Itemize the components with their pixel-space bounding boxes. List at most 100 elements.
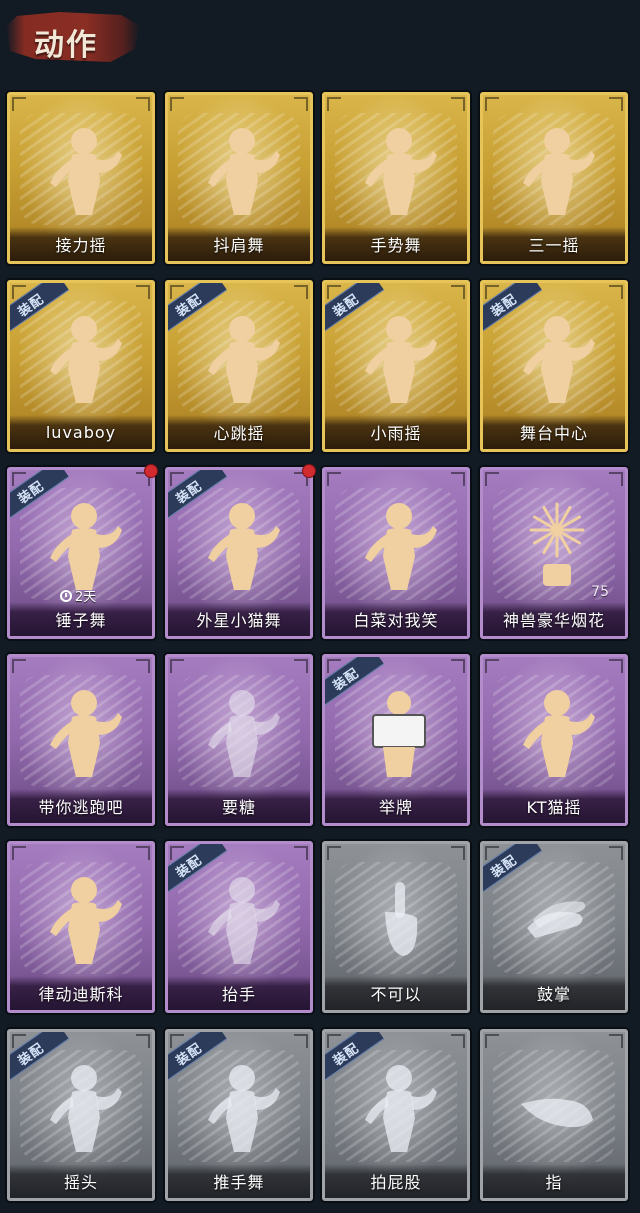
emote-card[interactable]: 指: [480, 1029, 628, 1201]
emote-name: 外星小猫舞: [196, 611, 282, 630]
card-corner-ornament: [485, 659, 499, 673]
card-corner-ornament: [327, 472, 341, 486]
emote-name: luvaboy: [45, 422, 117, 442]
card-corner-ornament: [451, 846, 465, 860]
emote-name: 带你逃跑吧: [38, 798, 124, 817]
card-corner-ornament: [609, 97, 623, 111]
card-label-bar: 摇头: [10, 1164, 152, 1198]
card-label-bar: 抖肩舞: [168, 227, 310, 261]
card-corner-ornament: [451, 472, 465, 486]
emote-card[interactable]: 2天 锤子舞 装配: [7, 467, 155, 639]
dance-figure-icon: [202, 311, 282, 407]
emote-card[interactable]: 拍屁股 装配: [322, 1029, 470, 1201]
new-indicator-dot: [302, 464, 316, 478]
card-label-bar: 心跳摇: [168, 415, 310, 449]
emote-card[interactable]: 推手舞 装配: [165, 1029, 313, 1201]
emote-card[interactable]: luvaboy 装配: [7, 280, 155, 452]
emote-card[interactable]: 外星小猫舞 装配: [165, 467, 313, 639]
card-corner-ornament: [294, 97, 308, 111]
card-label-bar: 鼓掌: [483, 976, 625, 1010]
card-corner-ornament: [294, 659, 308, 673]
card-corner-ornament: [294, 846, 308, 860]
emote-card[interactable]: 举牌 装配: [322, 654, 470, 826]
emote-name: 要糖: [221, 798, 256, 817]
card-corner-ornament: [609, 472, 623, 486]
emote-card[interactable]: 接力摇: [7, 92, 155, 264]
dance-figure-icon: [517, 311, 597, 407]
emote-name: 摇头: [63, 1173, 98, 1192]
emote-name: 神兽豪华烟花: [502, 611, 605, 630]
dance-figure-icon: [359, 311, 439, 407]
sign-holding-icon: [359, 685, 439, 781]
card-corner-ornament: [609, 1034, 623, 1048]
card-corner-ornament: [170, 97, 184, 111]
card-label-bar: 小雨摇: [325, 415, 467, 449]
emote-name: 拍屁股: [370, 1173, 422, 1192]
card-label-bar: 举牌: [325, 789, 467, 823]
emote-name: 三一摇: [528, 236, 580, 255]
emote-card[interactable]: 手势舞: [322, 92, 470, 264]
card-label-bar: 指: [483, 1164, 625, 1198]
card-label-bar: 三一摇: [483, 227, 625, 261]
fireworks-icon: [517, 498, 597, 594]
emote-grid: 接力摇 抖肩舞 手势舞 三一摇 luvaboy 装配 心跳摇 装配 小雨摇 装配 舞台中心 装配 2天锤…: [0, 0, 640, 1213]
emote-name: 指: [545, 1173, 563, 1192]
emote-card[interactable]: 白菜对我笑: [322, 467, 470, 639]
emote-card[interactable]: KT猫摇: [480, 654, 628, 826]
pointing-hand-icon: [517, 1060, 597, 1156]
emote-card[interactable]: 律动迪斯科: [7, 841, 155, 1013]
emote-card[interactable]: 心跳摇 装配: [165, 280, 313, 452]
card-corner-ornament: [327, 846, 341, 860]
card-label-bar: luvaboy: [10, 415, 152, 449]
emote-card[interactable]: 要糖: [165, 654, 313, 826]
card-corner-ornament: [327, 97, 341, 111]
card-corner-ornament: [170, 659, 184, 673]
card-label-bar: 白菜对我笑: [325, 602, 467, 636]
emote-name: 锤子舞: [55, 611, 107, 630]
card-corner-ornament: [136, 659, 150, 673]
card-label-bar: 接力摇: [10, 227, 152, 261]
card-label-bar: 拍屁股: [325, 1164, 467, 1198]
emote-name: 白菜对我笑: [353, 611, 439, 630]
card-corner-ornament: [136, 285, 150, 299]
card-label-bar: 推手舞: [168, 1164, 310, 1198]
dance-figure-icon: [202, 123, 282, 219]
figure-silhouette-icon: [202, 685, 282, 781]
emote-card[interactable]: 抖肩舞: [165, 92, 313, 264]
card-corner-ornament: [451, 659, 465, 673]
dance-figure-icon: [44, 123, 124, 219]
emote-name: 手势舞: [370, 236, 422, 255]
card-corner-ornament: [12, 846, 26, 860]
card-corner-ornament: [609, 285, 623, 299]
finger-wag-icon: [359, 872, 439, 968]
emote-card[interactable]: 带你逃跑吧: [7, 654, 155, 826]
emote-name: 律动迪斯科: [38, 985, 124, 1004]
emote-name: 不可以: [370, 985, 422, 1004]
emote-card[interactable]: 摇头 装配: [7, 1029, 155, 1201]
card-label-bar: 要糖: [168, 789, 310, 823]
card-corner-ornament: [609, 659, 623, 673]
figure-silhouette-icon: [202, 872, 282, 968]
emote-card[interactable]: 鼓掌 装配: [480, 841, 628, 1013]
dance-figure-icon: [517, 685, 597, 781]
emote-card[interactable]: 小雨摇 装配: [322, 280, 470, 452]
card-corner-ornament: [485, 472, 499, 486]
emote-name: KT猫摇: [526, 798, 582, 817]
emote-card[interactable]: 不可以: [322, 841, 470, 1013]
emote-card[interactable]: 三一摇: [480, 92, 628, 264]
figure-silhouette-icon: [202, 1060, 282, 1156]
card-label-bar: 律动迪斯科: [10, 976, 152, 1010]
emote-card[interactable]: 抬手 装配: [165, 841, 313, 1013]
card-corner-ornament: [485, 1034, 499, 1048]
card-label-bar: 舞台中心: [483, 415, 625, 449]
card-label-bar: 锤子舞: [10, 602, 152, 636]
emote-card[interactable]: 舞台中心 装配: [480, 280, 628, 452]
card-label-bar: 带你逃跑吧: [10, 789, 152, 823]
emote-name: 接力摇: [55, 236, 107, 255]
dance-figure-icon: [359, 498, 439, 594]
dance-figure-icon: [44, 685, 124, 781]
dance-figure-icon: [44, 311, 124, 407]
emote-card[interactable]: 75 神兽豪华烟花: [480, 467, 628, 639]
emote-name: 抬手: [221, 985, 256, 1004]
card-corner-ornament: [451, 1034, 465, 1048]
